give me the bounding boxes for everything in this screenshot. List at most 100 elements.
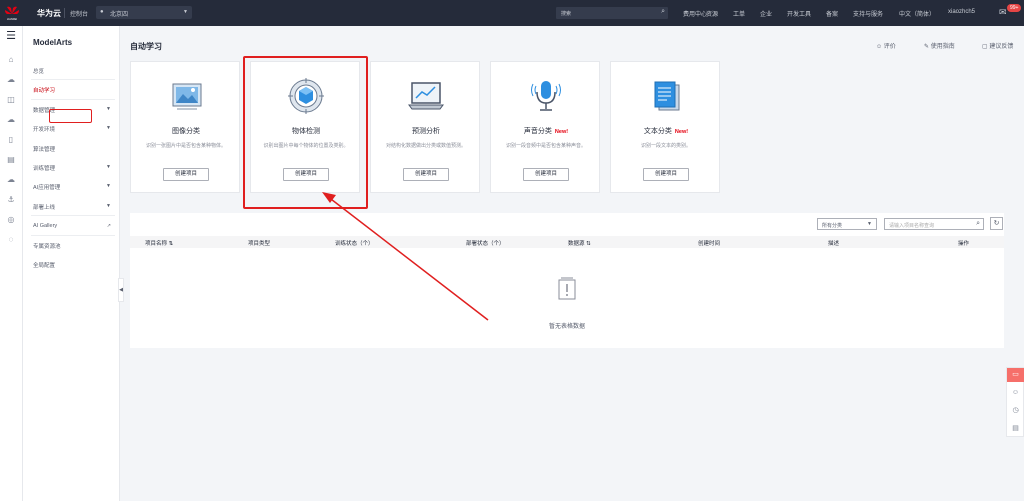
sidebar-item-global-config[interactable]: 全局配置	[33, 261, 115, 269]
sidebar-item-deploy[interactable]: 部署上线 ▼	[33, 203, 115, 211]
cloud-icon[interactable]: ☁	[5, 114, 17, 126]
clock-icon[interactable]: ◷	[1007, 404, 1024, 418]
card-text-classification: 文本分类 New! 识别一段文本的类别。 创建项目	[610, 61, 720, 193]
chevron-down-icon: ▼	[106, 106, 111, 112]
brand-name: 华为云	[37, 9, 61, 18]
nav-resources[interactable]: 资源	[706, 9, 718, 18]
sidebar-item-dev-env[interactable]: 开发环境 ▼	[33, 125, 115, 133]
column-header-operation: 操作	[958, 241, 970, 247]
console-link[interactable]: 控制台	[70, 9, 88, 18]
card-description: 识别一张图片中是否包含某种物体。	[145, 143, 226, 149]
globe-icon[interactable]: ◎	[5, 214, 17, 226]
sidebar-item-algorithm[interactable]: 算法管理	[33, 145, 115, 153]
menu-icon[interactable]: ☰	[5, 30, 17, 42]
card-title: 预测分析	[412, 128, 440, 135]
rate-link[interactable]: ☺ 评价	[876, 41, 896, 50]
annotation-highlight-box	[49, 109, 92, 123]
sidebar-item-overview[interactable]: 总览	[33, 67, 115, 75]
global-search-input[interactable]: 搜索 ⌕	[556, 7, 668, 19]
column-label: 项目名称	[145, 241, 168, 247]
project-search-input[interactable]: 请输入项目名称查询 ⌕	[884, 218, 984, 230]
nav-support[interactable]: 支持与服务	[853, 9, 883, 18]
rate-label: 评价	[883, 44, 896, 50]
nav-billing[interactable]: 费用中心	[683, 9, 707, 18]
column-header-project-name[interactable]: 项目名称 ⇅	[145, 239, 173, 247]
top-navigation-bar: HUAWEI 华为云 控制台 ● 北京四 ▼ 搜索 ⌕ 费用中心 资源 工单 企…	[0, 0, 1024, 26]
region-label: 北京四	[110, 12, 129, 18]
file-icon[interactable]: ▤	[5, 154, 17, 166]
card-title: 声音分类 New!	[491, 126, 601, 136]
sidebar-item-training[interactable]: 训练管理 ▼	[33, 164, 115, 172]
sound-classification-icon	[531, 81, 561, 111]
chevron-down-icon: ▼	[106, 164, 111, 170]
sidebar-item-ai-gallery[interactable]: AI Gallery ↗	[33, 223, 115, 229]
sidebar-item-auto-learning[interactable]: 自动学习	[33, 86, 115, 94]
create-project-button[interactable]: 创建项目	[403, 168, 449, 181]
floating-help-bar: ▭ ☺ ◷ ▤	[1006, 367, 1024, 437]
nav-language[interactable]: 中文（简体）	[899, 9, 935, 18]
chart-icon[interactable]: ◫	[5, 94, 17, 106]
divider	[31, 235, 115, 236]
create-project-button[interactable]: 创建项目	[523, 168, 569, 181]
divider	[31, 215, 115, 216]
svg-text:HUAWEI: HUAWEI	[7, 17, 18, 21]
refresh-button[interactable]: ↻	[990, 217, 1003, 230]
search-icon[interactable]: ⌕	[976, 220, 980, 228]
chevron-down-icon: ▼	[106, 125, 111, 131]
column-header-project-type: 项目类型	[248, 241, 271, 247]
card-title: 图像分类	[172, 128, 200, 135]
sort-icon[interactable]: ⇅	[169, 241, 174, 247]
sidebar-item-resource-pool[interactable]: 专属资源池	[33, 242, 115, 250]
nav-dev-tools[interactable]: 开发工具	[787, 9, 811, 18]
search-placeholder: 请输入项目名称查询	[889, 223, 935, 229]
new-badge: New!	[554, 129, 569, 135]
sidebar-item-ai-app[interactable]: AI应用管理 ▼	[33, 183, 115, 191]
feedback-link[interactable]: ▢ 建议反馈	[982, 41, 1013, 50]
guide-link[interactable]: ✎ 使用指南	[924, 41, 955, 50]
create-project-button[interactable]: 创建项目	[163, 168, 209, 181]
region-selector[interactable]: ● 北京四 ▼	[96, 6, 192, 19]
create-project-button[interactable]: 创建项目	[643, 168, 689, 181]
card-image-classification: 图像分类 识别一张图片中是否包含某种物体。 创建项目	[130, 61, 240, 193]
sidebar-item-label: 训练管理	[33, 166, 56, 172]
search-icon[interactable]: ⌕	[661, 8, 665, 16]
empty-state-text: 暂无表格数据	[548, 324, 585, 330]
chat-icon[interactable]: ☺	[1007, 386, 1024, 400]
nav-enterprise[interactable]: 企业	[760, 9, 772, 18]
cloud-service-icon[interactable]: ☁	[5, 74, 17, 86]
guide-label: 使用指南	[930, 44, 955, 50]
new-badge: New!	[674, 129, 689, 135]
home-icon[interactable]: ⌂	[5, 54, 17, 66]
nav-username[interactable]: xiaozhch5	[948, 9, 975, 15]
column-header-data-source[interactable]: 数据源 ⇅	[568, 239, 591, 247]
card-title-text: 声音分类	[523, 128, 552, 135]
modelarts-sidebar: ModelArts 总览 自动学习 数据管理 ▼ 开发环境 ▼ 算法管理 训练管理 ▼…	[23, 26, 124, 501]
external-link-icon: ↗	[106, 223, 111, 229]
huawei-logo-icon[interactable]: HUAWEI	[4, 4, 20, 22]
nav-tickets[interactable]: 工单	[733, 9, 745, 18]
notes-icon[interactable]: ▤	[1007, 422, 1024, 436]
compass-icon[interactable]: ◌	[5, 234, 17, 246]
project-table-panel: 所有分类 ▼ 请输入项目名称查询 ⌕ ↻ 项目名称 ⇅ 项目类型 训练状态（个）…	[130, 213, 1004, 348]
card-sound-classification: 声音分类 New! 识别一段音频中是否包含某种声音。 创建项目	[490, 61, 600, 193]
location-pin-icon: ●	[100, 9, 104, 15]
sort-icon[interactable]: ⇅	[586, 241, 591, 247]
feedback-icon[interactable]: ▭	[1007, 368, 1024, 382]
sidebar-item-label: 开发环境	[33, 127, 56, 133]
anchor-icon[interactable]: ⚓	[5, 194, 17, 206]
category-filter-select[interactable]: 所有分类 ▼	[817, 218, 877, 230]
mail-icon[interactable]: ✉	[999, 7, 1007, 18]
chevron-down-icon: ▼	[183, 9, 188, 15]
text-classification-icon	[654, 81, 680, 111]
table-header: 项目名称 ⇅ 项目类型 训练状态（个） 部署状态（个） 数据源 ⇅ 创建时间 描…	[130, 236, 1004, 248]
card-title: 文本分类 New!	[611, 126, 721, 136]
column-header-description: 描述	[828, 241, 840, 247]
column-header-deploy-status: 部署状态（个）	[466, 241, 505, 247]
page-title: 自动学习	[130, 42, 162, 51]
column-label: 数据源	[568, 241, 585, 247]
empty-data-icon	[558, 277, 576, 300]
document-icon[interactable]: ▯	[5, 134, 17, 146]
chevron-down-icon: ▼	[867, 221, 872, 227]
cloud-storage-icon[interactable]: ☁	[5, 174, 17, 186]
nav-filing[interactable]: 备案	[826, 9, 838, 18]
